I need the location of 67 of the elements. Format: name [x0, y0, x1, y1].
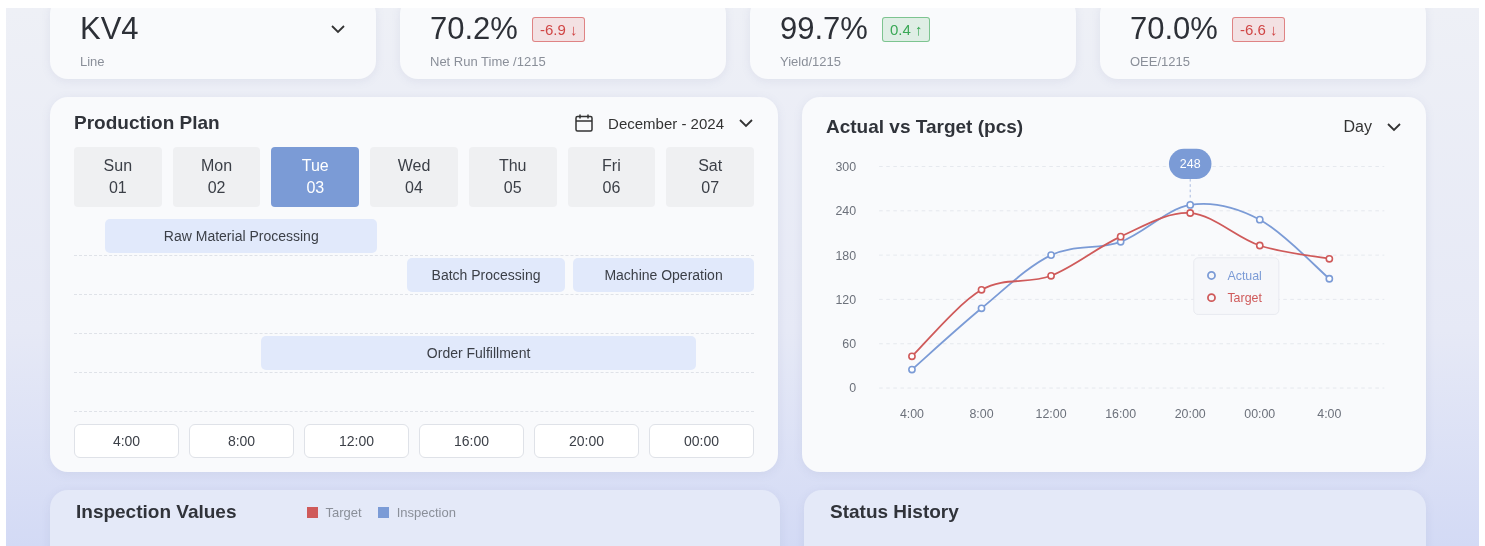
delta-badge: 0.4 ↑ [881, 16, 931, 42]
chevron-down-icon [738, 118, 754, 128]
period-dropdown[interactable]: Day [1343, 118, 1402, 136]
kpi-label: Net Run Time /1215 [430, 54, 547, 69]
y-tick-label: 120 [835, 292, 857, 307]
time-slot[interactable]: 4:00 [74, 424, 179, 458]
kpi-value: 70.0% [1130, 10, 1218, 48]
data-point [1325, 254, 1334, 263]
line-value: KV4 [80, 10, 139, 48]
chevron-down-icon [330, 24, 346, 34]
data-point [1325, 274, 1334, 283]
y-tick-label: 180 [835, 248, 857, 263]
x-tick-label: 8:00 [969, 407, 994, 422]
x-tick-label: 00:00 [1244, 407, 1276, 422]
delta-badge: -6.9 ↓ [531, 16, 586, 42]
y-tick-label: 60 [842, 337, 857, 352]
data-point [977, 304, 986, 313]
legend-label: Target [1227, 291, 1263, 306]
kpi-label: Line [80, 54, 106, 69]
day-tab[interactable]: Mon 02 [172, 147, 261, 207]
kpi-value: 99.7% [780, 10, 868, 48]
time-slot[interactable]: 20:00 [534, 424, 639, 458]
data-point [1047, 251, 1055, 259]
calendar-icon [574, 113, 595, 133]
day-tab[interactable]: Thu 05 [468, 147, 557, 207]
data-point [1255, 215, 1264, 224]
delta-badge: -6.6 ↓ [1231, 16, 1286, 42]
day-tab[interactable]: Sun 01 [74, 147, 162, 207]
chevron-down-icon [1386, 122, 1402, 132]
annotation: 248 [1179, 157, 1201, 172]
data-point [1116, 232, 1125, 241]
card-title: Production Plan [74, 111, 220, 135]
time-slot[interactable]: 00:00 [649, 424, 754, 458]
day-tab[interactable]: Wed 04 [370, 147, 458, 207]
y-tick-label: 240 [835, 204, 857, 219]
y-tick-label: 0 [849, 381, 857, 396]
month-dropdown[interactable]: December - 2024 [574, 113, 754, 133]
data-point [908, 352, 916, 361]
kpi-value: 70.2% [430, 10, 518, 48]
task-bar[interactable]: Raw Material Processing [105, 219, 378, 253]
legend-label: Target [325, 504, 362, 520]
card-title: Actual vs Target (pcs) [826, 115, 1024, 139]
card-title: Inspection Values [76, 500, 237, 524]
time-slot[interactable]: 12:00 [304, 424, 409, 458]
task-bar[interactable]: Order Fulfillment [261, 336, 697, 370]
x-tick-label: 4:00 [899, 407, 924, 422]
data-point [908, 365, 916, 374]
time-slot[interactable]: 8:00 [189, 424, 294, 458]
y-tick-label: 300 [835, 159, 857, 174]
legend-label: Inspection [396, 504, 456, 520]
task-bar[interactable]: Machine Operation [573, 258, 754, 292]
x-tick-label: 4:00 [1317, 407, 1342, 422]
data-point [1255, 241, 1264, 250]
kpi-label: OEE/1215 [1130, 54, 1191, 69]
x-tick-label: 20:00 [1174, 407, 1206, 422]
day-tab[interactable]: Fri 06 [567, 147, 656, 207]
value-bubble: 248 [1168, 148, 1212, 179]
time-slot[interactable]: 16:00 [419, 424, 524, 458]
legend-label: Actual [1227, 268, 1262, 283]
day-tab[interactable]: Sat 07 [666, 147, 754, 207]
x-tick-label: 12:00 [1035, 407, 1067, 422]
data-point [1047, 271, 1055, 280]
x-tick-label: 16:00 [1105, 407, 1137, 422]
data-point [977, 285, 986, 294]
task-bar[interactable]: Batch Processing [407, 258, 565, 292]
kpi-label: Yield/1215 [780, 54, 842, 69]
card-title: Status History [830, 500, 960, 524]
